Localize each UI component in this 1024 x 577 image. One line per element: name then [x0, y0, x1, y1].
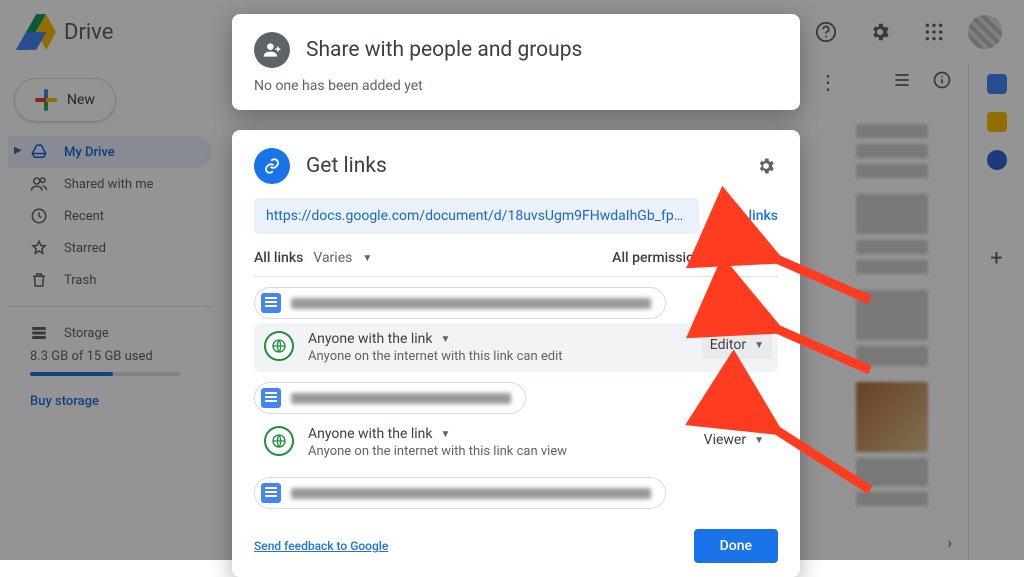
- file-title-redacted: [291, 298, 651, 309]
- chevron-down-icon: ▼: [754, 340, 764, 351]
- filter-varies-left[interactable]: Varies: [313, 250, 352, 266]
- get-links-title: Get links: [306, 154, 387, 178]
- get-links-panel: Get links https://docs.google.com/docume…: [232, 130, 800, 577]
- chevron-down-icon[interactable]: ▼: [362, 253, 372, 264]
- person-add-icon: [254, 32, 290, 68]
- access-description: Anyone on the internet with this link ca…: [308, 444, 682, 459]
- chevron-down-icon[interactable]: ▼: [441, 334, 451, 345]
- file-pill[interactable]: [254, 287, 666, 319]
- done-button[interactable]: Done: [694, 529, 778, 563]
- share-url-box[interactable]: https://docs.google.com/document/d/18uvs…: [254, 198, 699, 234]
- access-label[interactable]: Anyone with the link: [308, 426, 433, 442]
- docs-icon: [261, 388, 281, 408]
- role-label: Viewer: [704, 432, 746, 448]
- link-round-icon: [254, 148, 290, 184]
- filter-varies-right[interactable]: Varies: [719, 250, 758, 266]
- file-pill[interactable]: [254, 382, 526, 414]
- access-description: Anyone on the internet with this link ca…: [308, 349, 688, 364]
- role-dropdown-editor[interactable]: Editor ▼: [702, 331, 772, 359]
- access-row-editor: Anyone with the link ▼ Anyone on the int…: [254, 323, 778, 372]
- role-dropdown-viewer[interactable]: Viewer ▼: [696, 426, 772, 454]
- file-pill[interactable]: [254, 477, 666, 509]
- role-label: Editor: [710, 337, 746, 353]
- filter-all-permissions[interactable]: All permissions: [612, 250, 709, 266]
- docs-icon: [261, 483, 281, 503]
- share-panel-subtitle: No one has been added yet: [254, 78, 778, 94]
- chevron-down-icon: ▼: [754, 435, 764, 446]
- file-title-redacted: [291, 393, 511, 404]
- globe-icon: [264, 426, 294, 456]
- filter-all-links[interactable]: All links: [254, 250, 303, 266]
- gear-icon[interactable]: [754, 154, 778, 178]
- chevron-down-icon[interactable]: ▼: [768, 253, 778, 264]
- access-row-viewer: Anyone with the link ▼ Anyone on the int…: [254, 418, 778, 467]
- filter-row: All links Varies ▼ All permissions Varie…: [254, 244, 778, 277]
- send-feedback-link[interactable]: Send feedback to Google: [254, 539, 388, 553]
- chevron-down-icon[interactable]: ▼: [441, 429, 451, 440]
- globe-icon: [264, 331, 294, 361]
- share-people-panel: Share with people and groups No one has …: [232, 14, 800, 110]
- file-title-redacted: [291, 488, 651, 499]
- copy-links-button[interactable]: Copy links: [713, 208, 778, 224]
- docs-icon: [261, 293, 281, 313]
- share-panel-title: Share with people and groups: [306, 38, 582, 62]
- access-label[interactable]: Anyone with the link: [308, 331, 433, 347]
